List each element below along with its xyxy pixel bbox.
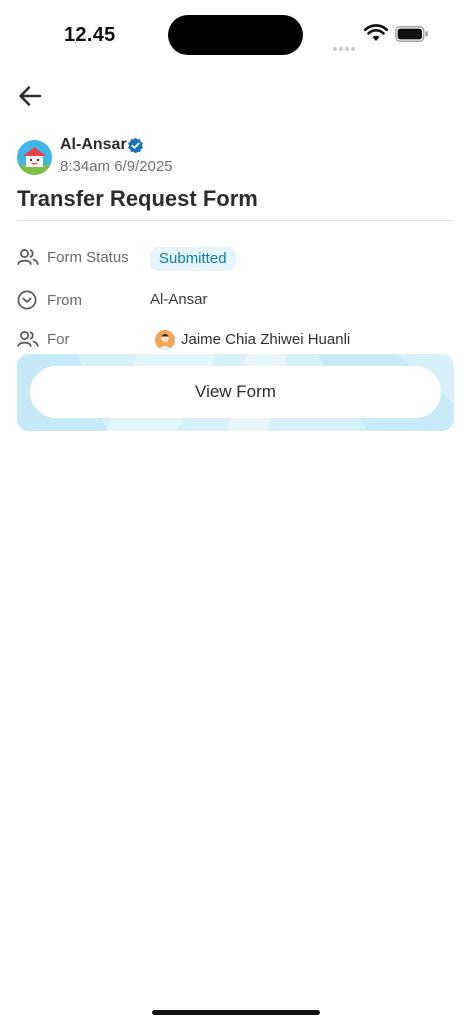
page-title: Transfer Request Form <box>17 186 258 211</box>
back-arrow-icon[interactable] <box>14 82 46 110</box>
org-name[interactable]: Al-Ansar <box>60 136 127 154</box>
battery-icon <box>395 26 428 42</box>
verified-badge-icon <box>128 137 143 154</box>
home-indicator[interactable] <box>152 1010 320 1015</box>
dynamic-island <box>168 15 303 55</box>
from-value: Al-Ansar <box>150 291 208 308</box>
view-form-button[interactable]: View Form <box>30 366 441 418</box>
post-timestamp: 8:34am 6/9/2025 <box>60 158 173 175</box>
wifi-icon <box>364 24 388 41</box>
cellular-signal-icon <box>333 38 359 51</box>
org-avatar[interactable] <box>17 140 52 175</box>
form-status-label: Form Status <box>47 249 129 266</box>
for-person-name: Jaime Chia Zhiwei Huanli <box>181 331 351 348</box>
chevron-circle-down-icon <box>17 290 37 310</box>
from-label: From <box>47 292 82 309</box>
people-icon <box>17 249 39 265</box>
title-divider <box>17 220 454 221</box>
status-time: 12.45 <box>64 24 116 46</box>
status-badge: Submitted <box>150 247 236 271</box>
for-label: For <box>47 331 70 348</box>
view-form-card: View Form <box>17 354 454 431</box>
person-avatar <box>155 330 175 350</box>
people-icon <box>17 331 39 347</box>
status-bar: 12.45 <box>0 0 471 70</box>
